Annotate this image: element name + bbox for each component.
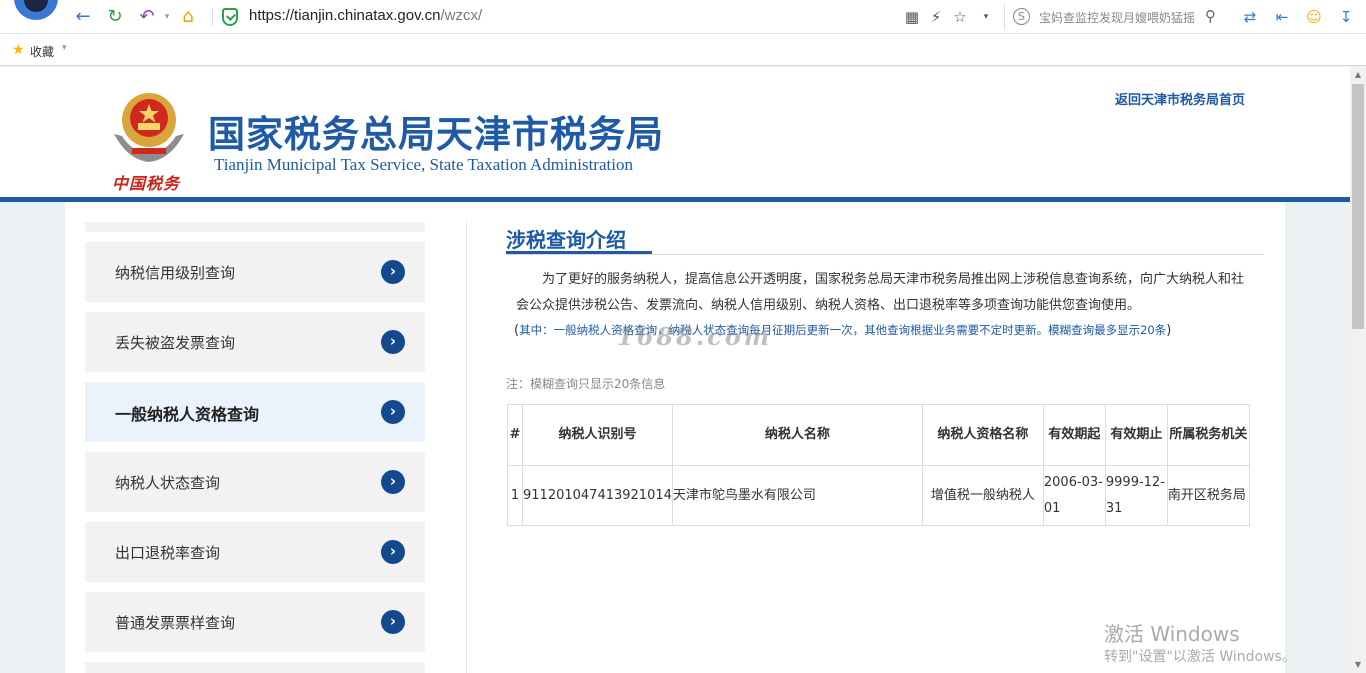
col-taxpayer-name: 纳税人名称	[671, 404, 923, 466]
bookmark-star-icon[interactable]: ★	[12, 42, 25, 58]
search-engine-icon[interactable]: S	[1013, 8, 1030, 25]
sidebar-item-partial[interactable]	[85, 662, 425, 673]
col-index: #	[507, 404, 523, 466]
sidebar-item-label: 纳税人状态查询	[115, 474, 221, 492]
chevron-right-icon[interactable]: ›	[381, 400, 405, 424]
sidebar-toggle-icon[interactable]: ⇤	[1272, 6, 1292, 28]
sidebar-item-partial[interactable]	[85, 222, 425, 232]
refresh-icon[interactable]: ↻	[104, 6, 126, 28]
address-bar[interactable]: https://tianjin.chinatax.gov.cn/wzcx/	[249, 7, 482, 24]
chevron-right-icon[interactable]: ›	[381, 330, 405, 354]
national-emblem-icon	[114, 93, 184, 162]
bookmarks-bar	[0, 34, 1366, 66]
windows-activation-subtitle: 转到"设置"以激活 Windows。	[1104, 649, 1296, 665]
column-divider	[466, 222, 467, 673]
cell-valid-to: 9999-12-31	[1104, 465, 1168, 526]
chevron-right-icon[interactable]: ›	[381, 610, 405, 634]
scroll-up-arrow-icon[interactable]: ▲	[1350, 67, 1366, 83]
seal-text: 中国税务	[112, 174, 181, 193]
translate-icon[interactable]: ⇄	[1240, 6, 1260, 28]
note-close-paren: )	[1166, 323, 1172, 338]
sidebar-item-invoice-sample[interactable]: 普通发票票样查询 ›	[85, 592, 425, 652]
windows-activation-title: 激活 Windows	[1104, 622, 1240, 646]
search-icon[interactable]: ⚲	[1205, 7, 1216, 25]
site-title-english: Tianjin Municipal Tax Service, State Tax…	[214, 155, 633, 174]
cell-taxpayer-name: 天津市鸵鸟墨水有限公司	[671, 465, 923, 526]
secure-shield-icon[interactable]	[222, 8, 238, 26]
browser-logo-icon[interactable]	[14, 0, 58, 20]
lightning-icon[interactable]: ⚡	[926, 6, 946, 28]
chevron-right-icon[interactable]: ›	[381, 260, 405, 284]
smiley-icon[interactable]: ☺	[1304, 6, 1324, 28]
chevron-right-icon[interactable]: ›	[381, 470, 405, 494]
sidebar-item-label: 一般纳税人资格查询	[115, 405, 260, 424]
home-icon[interactable]: ⌂	[177, 6, 199, 28]
return-home-link[interactable]: 返回天津市税务局首页	[1115, 89, 1245, 108]
fuzzy-query-note: 注：模糊查询只显示20条信息	[506, 377, 666, 391]
col-valid-from: 有效期起	[1042, 404, 1106, 466]
cell-tax-office: 南开区税务局	[1166, 465, 1250, 526]
section-rule	[506, 254, 1264, 255]
cell-index: 1	[507, 465, 523, 526]
intro-paragraph: 为了更好的服务纳税人，提高信息公开透明度，国家税务总局天津市税务局推出网上涉税信…	[516, 272, 1245, 313]
col-tax-office: 所属税务机关	[1166, 404, 1250, 466]
sidebar-item-label: 丢失被盗发票查询	[115, 334, 236, 352]
results-table: # 纳税人识别号 纳税人名称 纳税人资格名称 有效期起 有效期止 所属税务机关 …	[507, 404, 1250, 526]
bookmarks-dropdown-icon[interactable]: ▾	[62, 43, 67, 53]
url-path: /wzcx/	[440, 7, 483, 24]
star-icon[interactable]: ☆	[950, 6, 970, 28]
qr-code-icon[interactable]: ▦	[902, 6, 922, 28]
browser-toolbar: ← ↻ ↶ ▾ ⌂ https://tianjin.chinatax.gov.c…	[0, 0, 1366, 34]
col-valid-to: 有效期止	[1104, 404, 1168, 466]
section-title: 涉税查询介绍	[506, 228, 626, 252]
col-qualification: 纳税人资格名称	[921, 404, 1044, 466]
sidebar-item-label: 普通发票票样查询	[115, 614, 236, 632]
sidebar-item-label: 纳税信用级别查询	[115, 264, 236, 282]
sidebar-item-lost-invoices[interactable]: 丢失被盗发票查询 ›	[85, 312, 425, 372]
watermark: 1688.com	[617, 322, 773, 351]
sidebar-item-label: 出口退税率查询	[115, 544, 221, 562]
update-note: (其中：一般纳税人资格查询，纳税人状态查询每月征期后更新一次，其他查询根据业务需…	[514, 322, 1171, 338]
search-box[interactable]: S 宝妈查监控发现月嫂喂奶猛摇 ⚲	[1004, 4, 1228, 30]
scroll-down-arrow-icon[interactable]: ▼	[1350, 657, 1366, 673]
address-separator	[212, 8, 213, 26]
url-host: https://tianjin.chinatax.gov.cn	[249, 7, 441, 24]
site-header	[0, 67, 1350, 197]
sidebar-item-credit-level[interactable]: 纳税信用级别查询 ›	[85, 242, 425, 302]
download-icon[interactable]: ↧	[1336, 6, 1356, 28]
sidebar-item-export-rebate[interactable]: 出口退税率查询 ›	[85, 522, 425, 582]
undo-dropdown-icon[interactable]: ▾	[156, 6, 178, 28]
cell-qualification: 增值税一般纳税人	[921, 465, 1044, 526]
col-taxpayer-id: 纳税人识别号	[522, 404, 673, 466]
search-input[interactable]: 宝妈查监控发现月嫂喂奶猛摇	[1039, 9, 1199, 26]
sidebar-item-taxpayer-status[interactable]: 纳税人状态查询 ›	[85, 452, 425, 512]
cell-taxpayer-id: 911201047413921014	[522, 465, 673, 526]
site-title: 国家税务总局天津市税务局	[208, 113, 664, 156]
star-dropdown-icon[interactable]: ▾	[976, 6, 996, 28]
undo-icon[interactable]: ↶	[136, 6, 158, 28]
table-header-row: # 纳税人识别号 纳税人名称 纳税人资格名称 有效期起 有效期止 所属税务机关	[507, 404, 1250, 466]
scrollbar-thumb[interactable]	[1352, 84, 1364, 329]
bookmarks-label[interactable]: 收藏	[30, 43, 54, 60]
sidebar-item-general-taxpayer[interactable]: 一般纳税人资格查询 ›	[85, 382, 425, 442]
back-arrow-icon[interactable]: ←	[72, 6, 94, 28]
chevron-right-icon[interactable]: ›	[381, 540, 405, 564]
cell-valid-from: 2006-03-01	[1042, 465, 1106, 526]
table-row: 1 911201047413921014 天津市鸵鸟墨水有限公司 增值税一般纳税…	[507, 465, 1250, 526]
